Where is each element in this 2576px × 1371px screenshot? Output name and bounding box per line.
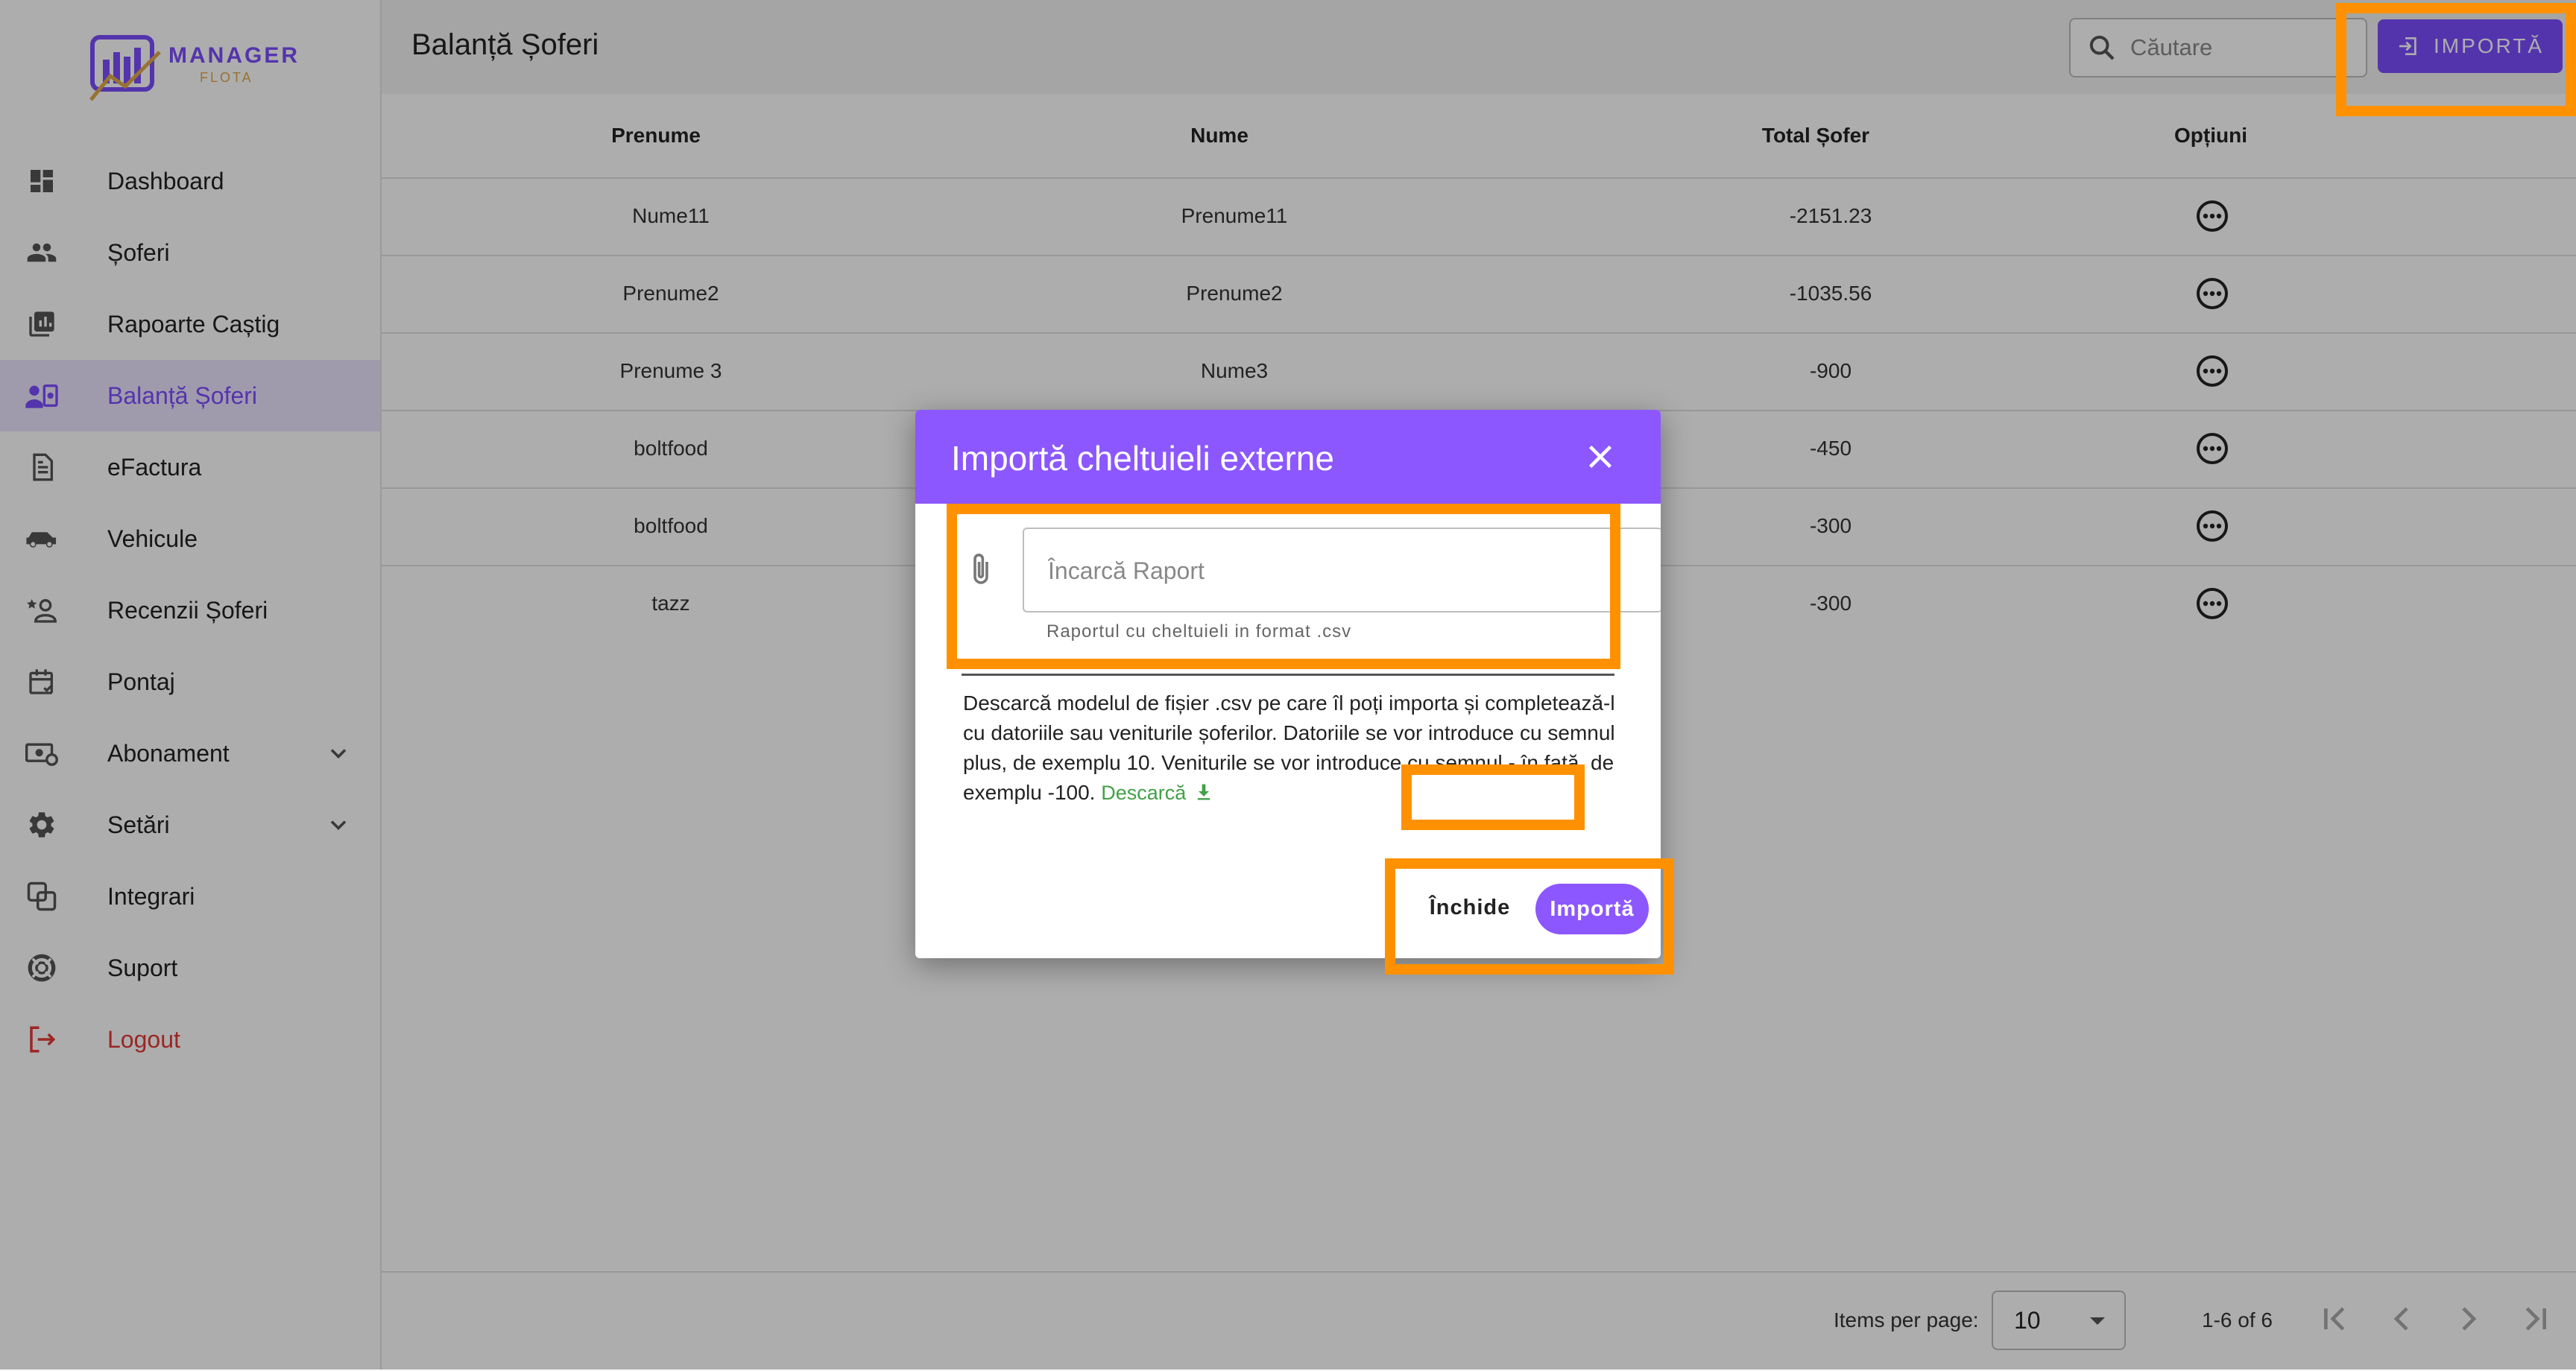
download-template-link[interactable]: Descarcă <box>1101 782 1214 804</box>
upload-hint: Raportul cu cheltuieli in format .csv <box>1046 621 1352 642</box>
attachment-icon[interactable] <box>967 551 994 587</box>
close-icon[interactable] <box>1583 440 1617 474</box>
report-upload-input[interactable] <box>1046 551 1631 590</box>
download-icon <box>1198 784 1210 800</box>
download-label: Descarcă <box>1101 782 1187 804</box>
dialog-header: Importă cheltuieli externe <box>915 410 1661 504</box>
report-upload-field[interactable] <box>1023 528 1661 612</box>
import-expenses-dialog: Importă cheltuieli externe Raportul cu c… <box>915 410 1661 958</box>
divider <box>962 674 1614 676</box>
import-submit-button[interactable]: Importă <box>1535 884 1649 934</box>
dialog-title: Importă cheltuieli externe <box>951 439 1334 478</box>
template-description: Descarcă modelul de fișier .csv pe care … <box>963 688 1619 808</box>
description-text: Descarcă modelul de fișier .csv pe care … <box>963 691 1615 804</box>
close-dialog-button[interactable]: Închide <box>1425 887 1515 928</box>
